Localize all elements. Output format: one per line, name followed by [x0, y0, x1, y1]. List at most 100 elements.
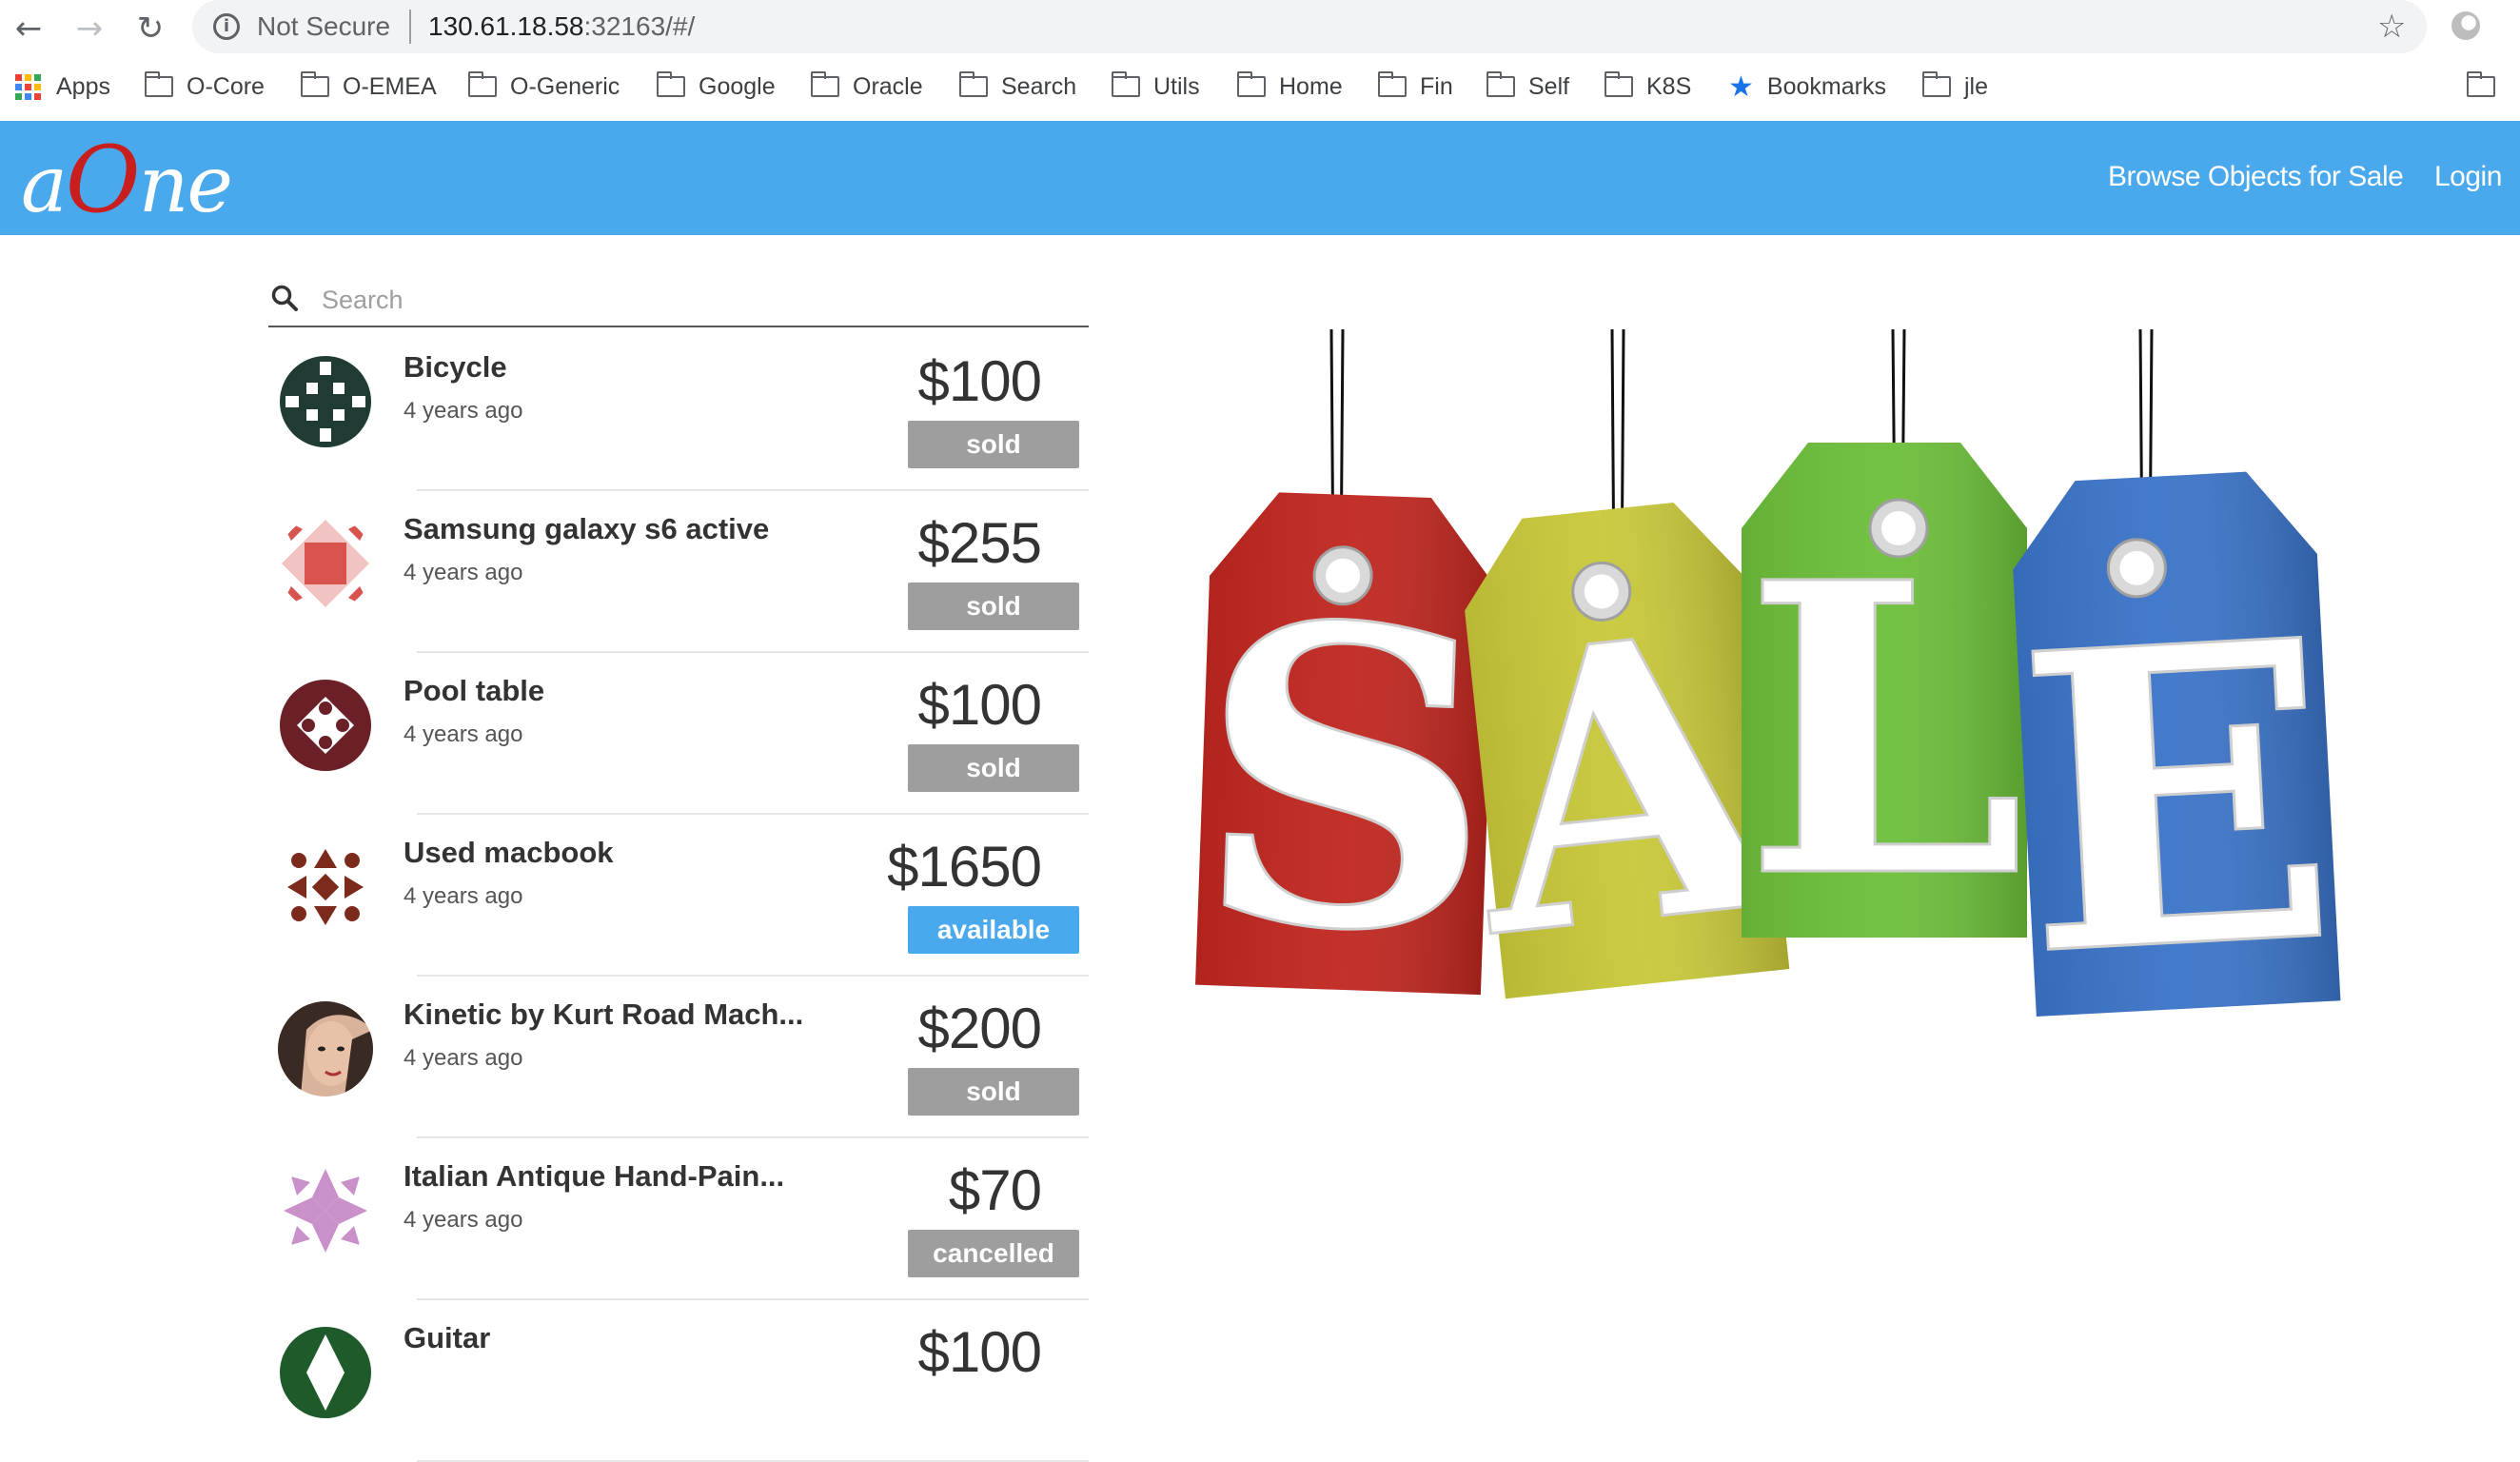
- bookmark-label: K8S: [1646, 72, 1692, 100]
- bookmark-folder-overflow[interactable]: [2466, 70, 2509, 103]
- item-title[interactable]: Samsung galaxy s6 active: [404, 512, 769, 546]
- bookmark-bookmarks[interactable]: ★ Bookmarks: [1728, 69, 1886, 104]
- url-host: 130.61.18.58: [428, 11, 584, 41]
- item-avatar: [278, 1325, 373, 1420]
- folder-icon: [1236, 71, 1266, 97]
- bookmark-label: Utils: [1153, 72, 1200, 100]
- list-item[interactable]: Used macbook 4 years ago $1650 available: [268, 815, 1089, 977]
- item-time: 4 years ago: [404, 1207, 523, 1233]
- bookmark-folder[interactable]: K8S: [1604, 70, 1692, 103]
- item-price: $1650: [887, 835, 1042, 899]
- item-list: Bicycle 4 years ago $100 sold Samsung ga…: [268, 329, 1089, 1462]
- bookmark-folder[interactable]: Oracle: [810, 70, 923, 103]
- status-badge: sold: [908, 583, 1079, 630]
- forward-arrow-icon[interactable]: →: [70, 10, 108, 48]
- list-item[interactable]: Samsung galaxy s6 active 4 years ago $25…: [268, 491, 1089, 653]
- search-bar: [268, 276, 1089, 327]
- item-time: 4 years ago: [404, 1045, 523, 1071]
- item-title[interactable]: Pool table: [404, 674, 544, 708]
- status-badge: sold: [908, 1068, 1079, 1116]
- item-avatar: [278, 840, 373, 935]
- item-time: 4 years ago: [404, 883, 523, 909]
- item-avatar: [278, 1163, 373, 1258]
- sale-tags-image: S A L E: [1194, 328, 2347, 1049]
- item-title[interactable]: Bicycle: [404, 350, 507, 385]
- bookmark-label: Self: [1528, 72, 1570, 100]
- folder-icon: [1377, 71, 1407, 97]
- folder-icon: [467, 71, 497, 97]
- search-icon: [271, 285, 298, 311]
- folder-icon: [2466, 71, 2495, 97]
- tag-letter: E: [2009, 551, 2346, 1047]
- logo-o: O: [65, 127, 141, 233]
- nav-browse-link[interactable]: Browse Objects for Sale: [2108, 161, 2404, 193]
- item-title[interactable]: Used macbook: [404, 836, 614, 870]
- item-price: $255: [917, 511, 1042, 575]
- bookmark-folder[interactable]: O-EMEA: [300, 70, 437, 103]
- address-bar[interactable]: i Not Secure 130.61.18.58:32163/#/ ☆: [192, 0, 2427, 53]
- bookmark-folder[interactable]: Home: [1236, 70, 1343, 103]
- url-text[interactable]: 130.61.18.58:32163/#/: [428, 11, 695, 42]
- bookmark-folder[interactable]: jle: [1921, 70, 1988, 103]
- bookmark-label: Apps: [56, 72, 110, 100]
- tag-letter: S: [1194, 535, 1502, 1026]
- bookmark-label: Bookmarks: [1766, 72, 1886, 100]
- folder-icon: [1921, 71, 1951, 97]
- bookmark-folder[interactable]: Fin: [1377, 70, 1453, 103]
- item-price: $100: [917, 673, 1042, 737]
- list-item[interactable]: Guitar $100: [268, 1300, 1089, 1462]
- star-icon: ★: [1728, 69, 1754, 104]
- search-input[interactable]: [320, 280, 1066, 320]
- list-item[interactable]: Bicycle 4 years ago $100 sold: [268, 329, 1089, 491]
- status-badge: cancelled: [908, 1230, 1079, 1277]
- folder-icon: [1604, 71, 1633, 97]
- bookmark-label: Search: [1001, 72, 1077, 100]
- item-time: 4 years ago: [404, 560, 523, 585]
- bookmark-star-icon[interactable]: ☆: [2377, 8, 2406, 46]
- status-badge: sold: [908, 744, 1079, 792]
- folder-icon: [810, 71, 839, 97]
- reload-icon[interactable]: ↻: [131, 10, 169, 48]
- item-title[interactable]: Italian Antique Hand-Pain...: [404, 1159, 784, 1194]
- bookmark-folder[interactable]: Search: [958, 70, 1077, 103]
- address-divider: [409, 10, 411, 44]
- item-title[interactable]: Kinetic by Kurt Road Mach...: [404, 998, 803, 1032]
- item-price: $100: [917, 349, 1042, 413]
- bookmark-label: O-EMEA: [343, 72, 437, 100]
- item-avatar: [278, 678, 373, 773]
- sale-tag: S: [1194, 492, 1503, 1027]
- bookmark-folder[interactable]: O-Generic: [467, 70, 620, 103]
- item-avatar: [278, 1001, 373, 1096]
- info-icon[interactable]: i: [213, 13, 240, 40]
- list-item[interactable]: Italian Antique Hand-Pain... 4 years ago…: [268, 1138, 1089, 1300]
- bookmark-folder[interactable]: O-Core: [144, 70, 265, 103]
- item-title[interactable]: Guitar: [404, 1321, 490, 1355]
- bookmark-label: Google: [699, 72, 776, 100]
- folder-icon: [300, 71, 329, 97]
- url-path: :32163/#/: [583, 11, 696, 41]
- profile-avatar[interactable]: [2451, 11, 2480, 40]
- bookmark-folder[interactable]: Utils: [1111, 70, 1200, 103]
- bookmarks-bar: Apps O-Core O-EMEA O-Generic Google Orac…: [0, 65, 2520, 109]
- status-badge: available: [908, 906, 1079, 954]
- logo[interactable]: aOne: [21, 127, 233, 233]
- item-avatar: [278, 516, 373, 611]
- item-price: $100: [917, 1320, 1042, 1384]
- status-badge: sold: [908, 421, 1079, 468]
- sale-tag: L: [1742, 443, 2027, 968]
- logo-ne: ne: [138, 140, 233, 230]
- nav-login-link[interactable]: Login: [2434, 161, 2502, 193]
- bookmark-label: Fin: [1420, 72, 1453, 100]
- bookmark-folder[interactable]: Google: [656, 70, 776, 103]
- back-arrow-icon[interactable]: ←: [10, 10, 48, 48]
- list-item[interactable]: Pool table 4 years ago $100 sold: [268, 653, 1089, 815]
- browser-chrome: ← → ↻ i Not Secure 130.61.18.58:32163/#/…: [0, 0, 2520, 121]
- folder-icon: [958, 71, 988, 97]
- logo-a: a: [21, 140, 68, 230]
- item-time: 4 years ago: [404, 398, 523, 424]
- security-label: Not Secure: [257, 11, 391, 41]
- list-item[interactable]: Kinetic by Kurt Road Mach... 4 years ago…: [268, 977, 1089, 1138]
- item-price: $70: [948, 1158, 1042, 1222]
- bookmark-folder[interactable]: Self: [1486, 70, 1569, 103]
- bookmark-apps[interactable]: Apps: [15, 70, 110, 103]
